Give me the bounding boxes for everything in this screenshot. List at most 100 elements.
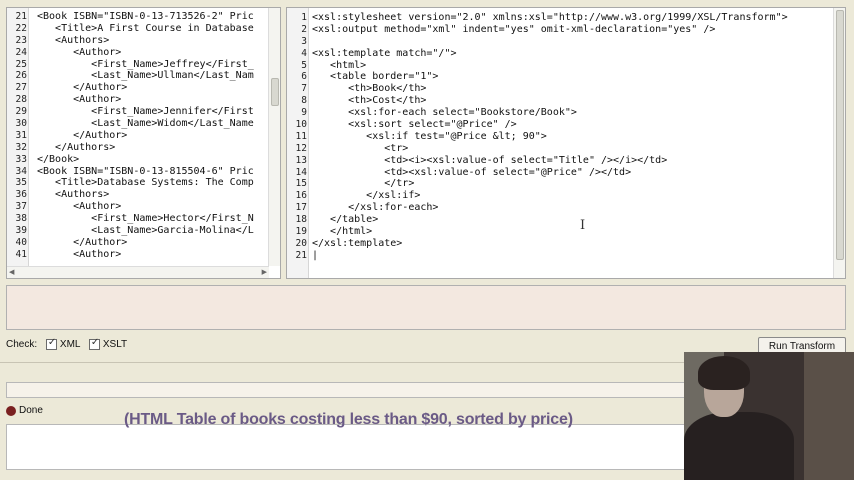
code-text[interactable]: <tr> xyxy=(312,143,408,155)
code-text[interactable]: </Author> xyxy=(37,130,127,142)
code-text[interactable]: <Last_Name>Widom</Last_Name xyxy=(37,118,254,130)
line-number: 26 xyxy=(15,70,27,82)
code-text[interactable]: <Last_Name>Garcia-Molina</L xyxy=(37,225,254,237)
xslt-editor[interactable]: 1 <xsl:stylesheet version="2.0" xmlns:xsl… xyxy=(286,7,846,279)
code-line[interactable]: 40 </Author> xyxy=(7,237,280,249)
line-number: 19 xyxy=(295,226,307,238)
code-text[interactable]: <Author> xyxy=(37,201,121,213)
code-line[interactable]: 7 <th>Book</th> xyxy=(287,83,845,95)
code-line[interactable]: 21 <Book ISBN="ISBN-0-13-713526-2" Pric xyxy=(7,11,280,23)
code-text[interactable]: </Author> xyxy=(37,237,127,249)
code-line[interactable]: 26 <Last_Name>Ullman</Last_Nam xyxy=(7,70,280,82)
code-line[interactable]: 1 <xsl:stylesheet version="2.0" xmlns:xsl… xyxy=(287,12,845,24)
code-text[interactable]: <td><xsl:value-of select="@Price" /></td… xyxy=(312,167,631,179)
code-line[interactable]: 21 | xyxy=(287,250,845,262)
code-text[interactable]: <xsl:stylesheet version="2.0" xmlns:xsl=… xyxy=(312,12,788,24)
code-text[interactable]: <html> xyxy=(312,60,366,72)
xslt-editor-vertical-scrollbar[interactable] xyxy=(833,8,845,278)
code-text[interactable]: </tr> xyxy=(312,178,414,190)
code-line[interactable]: 23 <Authors> xyxy=(7,35,280,47)
xml-checkbox[interactable] xyxy=(45,337,57,350)
code-text[interactable]: </Authors> xyxy=(37,142,115,154)
code-line[interactable]: 32 </Authors> xyxy=(7,142,280,154)
code-text[interactable]: <table border="1"> xyxy=(312,71,438,83)
code-line[interactable]: 22 <Title>A First Course in Database xyxy=(7,23,280,35)
code-text[interactable]: <Book ISBN="ISBN-0-13-815504-6" Pric xyxy=(37,166,254,178)
code-line[interactable]: 20 </xsl:template> xyxy=(287,238,845,250)
code-line[interactable]: 3 xyxy=(287,36,845,48)
xml-editor[interactable]: 21 <Book ISBN="ISBN-0-13-713526-2" Pric 22… xyxy=(6,7,281,279)
code-line[interactable]: 2 <xsl:output method="xml" indent="yes" o… xyxy=(287,24,845,36)
xml-editor-horizontal-scrollbar[interactable]: ◀ ▶ xyxy=(7,266,269,278)
code-line[interactable]: 10 <xsl:sort select="@Price" /> xyxy=(287,119,845,131)
code-text[interactable]: <Title>Database Systems: The Comp xyxy=(37,177,254,189)
code-line[interactable]: 34 <Book ISBN="ISBN-0-13-815504-6" Pric xyxy=(7,166,280,178)
code-text[interactable]: <Authors> xyxy=(37,189,109,201)
code-text[interactable]: <xsl:for-each select="Bookstore/Book"> xyxy=(312,107,577,119)
code-text[interactable]: <th>Book</th> xyxy=(312,83,426,95)
code-text[interactable]: <xsl:template match="/"> xyxy=(312,48,457,60)
code-line[interactable]: 29 <First_Name>Jennifer</First xyxy=(7,106,280,118)
code-text[interactable]: <Authors> xyxy=(37,35,109,47)
code-text[interactable]: <th>Cost</th> xyxy=(312,95,426,107)
code-line[interactable]: 41 <Author> xyxy=(7,249,280,261)
code-line[interactable]: 31 </Author> xyxy=(7,130,280,142)
code-text[interactable]: <Book ISBN="ISBN-0-13-713526-2" Pric xyxy=(37,11,254,23)
code-line[interactable]: 18 </table> xyxy=(287,214,845,226)
code-text[interactable]: </xsl:for-each> xyxy=(312,202,438,214)
code-text[interactable]: </Author> xyxy=(37,82,127,94)
code-line[interactable]: 8 <th>Cost</th> xyxy=(287,95,845,107)
code-text[interactable]: | xyxy=(312,250,318,262)
code-text[interactable]: <xsl:output method="xml" indent="yes" om… xyxy=(312,24,715,36)
xml-code-area[interactable]: 21 <Book ISBN="ISBN-0-13-713526-2" Pric 22… xyxy=(7,11,280,261)
code-text[interactable]: <Author> xyxy=(37,94,121,106)
code-line[interactable]: 5 <html> xyxy=(287,60,845,72)
code-line[interactable]: 14 <td><xsl:value-of select="@Price" /><… xyxy=(287,167,845,179)
scrollbar-thumb[interactable] xyxy=(836,10,844,260)
code-line[interactable]: 37 <Author> xyxy=(7,201,280,213)
code-text[interactable]: <First_Name>Jeffrey</First_ xyxy=(37,59,254,71)
code-line[interactable]: 15 </tr> xyxy=(287,178,845,190)
code-text[interactable]: </table> xyxy=(312,214,378,226)
code-text[interactable]: <xsl:sort select="@Price" /> xyxy=(312,119,517,131)
code-line[interactable]: 17 </xsl:for-each> xyxy=(287,202,845,214)
code-text[interactable]: <First_Name>Hector</First_N xyxy=(37,213,254,225)
code-line[interactable]: 36 <Authors> xyxy=(7,189,280,201)
code-text[interactable]: <First_Name>Jennifer</First xyxy=(37,106,254,118)
line-number: 15 xyxy=(295,178,307,190)
code-line[interactable]: 38 <First_Name>Hector</First_N xyxy=(7,213,280,225)
code-line[interactable]: 9 <xsl:for-each select="Bookstore/Book"> xyxy=(287,107,845,119)
scroll-left-icon[interactable]: ◀ xyxy=(9,268,14,276)
code-line[interactable]: 13 <td><i><xsl:value-of select="Title" /… xyxy=(287,155,845,167)
code-text[interactable]: </html> xyxy=(312,226,372,238)
code-text[interactable]: </xsl:template> xyxy=(312,238,402,250)
code-line[interactable]: 11 <xsl:if test="@Price &lt; 90"> xyxy=(287,131,845,143)
code-line[interactable]: 6 <table border="1"> xyxy=(287,71,845,83)
code-text[interactable]: <Title>A First Course in Database xyxy=(37,23,254,35)
code-line[interactable]: 35 <Title>Database Systems: The Comp xyxy=(7,177,280,189)
code-line[interactable]: 19 </html> xyxy=(287,226,845,238)
scroll-right-icon[interactable]: ▶ xyxy=(262,268,267,276)
code-line[interactable]: 30 <Last_Name>Widom</Last_Name xyxy=(7,118,280,130)
code-text[interactable]: <td><i><xsl:value-of select="Title" /></… xyxy=(312,155,667,167)
xml-editor-vertical-scrollbar[interactable] xyxy=(268,8,280,266)
code-text[interactable]: <Last_Name>Ullman</Last_Nam xyxy=(37,70,254,82)
code-text[interactable]: </Book> xyxy=(37,154,79,166)
code-text[interactable]: <Author> xyxy=(37,47,121,59)
xslt-code-area[interactable]: 1 <xsl:stylesheet version="2.0" xmlns:xsl… xyxy=(287,12,845,262)
code-line[interactable]: 28 <Author> xyxy=(7,94,280,106)
code-text[interactable]: </xsl:if> xyxy=(312,190,420,202)
code-line[interactable]: 24 <Author> xyxy=(7,47,280,59)
scrollbar-thumb[interactable] xyxy=(271,78,279,106)
xslt-checkbox[interactable] xyxy=(88,337,100,350)
code-line[interactable]: 16 </xsl:if> xyxy=(287,190,845,202)
code-line[interactable]: 27 </Author> xyxy=(7,82,280,94)
code-text[interactable]: <xsl:if test="@Price &lt; 90"> xyxy=(312,131,547,143)
code-line[interactable]: 25 <First_Name>Jeffrey</First_ xyxy=(7,59,280,71)
code-line[interactable]: 39 <Last_Name>Garcia-Molina</L xyxy=(7,225,280,237)
code-line[interactable]: 4 <xsl:template match="/"> xyxy=(287,48,845,60)
code-text[interactable]: <Author> xyxy=(37,249,121,261)
code-line[interactable]: 33 </Book> xyxy=(7,154,280,166)
output-panel[interactable] xyxy=(6,285,846,330)
code-line[interactable]: 12 <tr> xyxy=(287,143,845,155)
